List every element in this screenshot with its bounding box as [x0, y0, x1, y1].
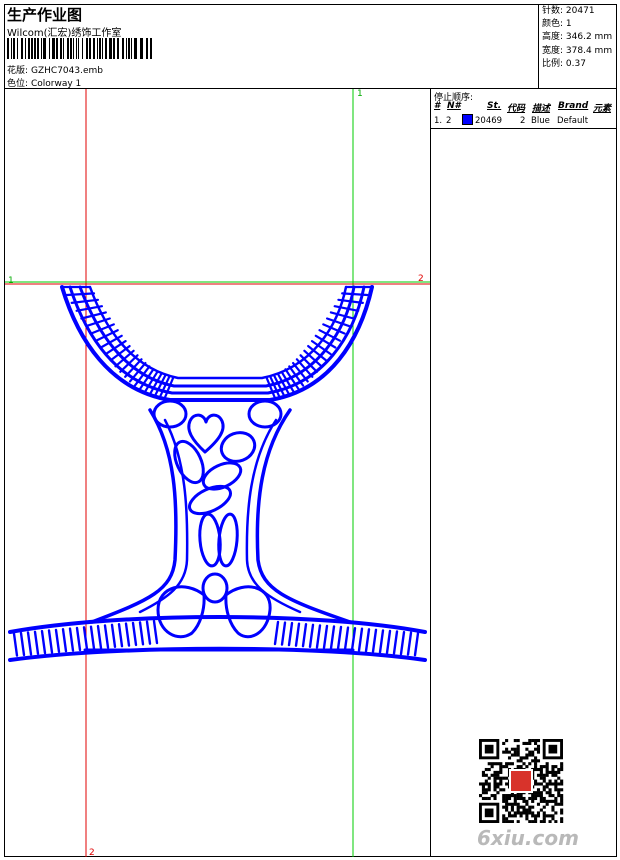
col-code: 代码 — [507, 104, 526, 114]
col-description: 描述 — [532, 104, 551, 114]
qr-code — [479, 739, 564, 823]
row-description: Blue — [531, 116, 550, 126]
design-file: GZHC7043.emb — [31, 66, 103, 76]
row-needle: 2 — [446, 116, 452, 126]
embroidery-canvas: 1 2 1 2 — [5, 89, 430, 857]
col-element: 元素 — [593, 104, 612, 114]
stat-stitches: 针数: 20471 — [542, 6, 595, 16]
header: 生产作业图 Wilcom(汇宏)绣饰工作室 花版: GZHC7043.emb 色位… — [4, 4, 617, 89]
design-name: 花版: GZHC7043.emb — [7, 66, 103, 76]
guide-label-h1: 1 — [8, 276, 14, 286]
stats-box: 针数: 20471 颜色: 1 高度: 346.2 mm 宽度: 378.4 m… — [538, 4, 617, 88]
col-needle: N# — [447, 101, 461, 111]
guide-label-v1: 1 — [357, 89, 363, 99]
colorway: 色位: Colorway 1 — [7, 79, 82, 89]
col-stitches: St. — [487, 101, 502, 111]
row-index: 1. — [434, 116, 443, 126]
guide-label-v2: 2 — [89, 848, 95, 857]
row-brand: Default — [557, 116, 589, 126]
col-index: # — [434, 101, 441, 111]
stat-height: 高度: 346.2 mm — [542, 32, 613, 43]
stat-colors: 颜色: 1 — [542, 19, 572, 30]
colorway-value: Colorway 1 — [31, 79, 82, 89]
page-title: 生产作业图 — [7, 6, 83, 24]
panel-divider — [431, 128, 617, 129]
row-code: 2 — [520, 116, 526, 126]
studio-name: Wilcom(汇宏)绣饰工作室 — [7, 28, 122, 39]
guide-label-h2: 2 — [418, 274, 424, 284]
barcode — [7, 38, 152, 59]
row-stitches: 20469 — [475, 116, 503, 126]
col-brand: Brand — [558, 101, 589, 111]
stat-width: 宽度: 378.4 mm — [542, 45, 613, 56]
watermark-logo: 6xiu.com — [477, 826, 579, 850]
stat-scale: 比例: 0.37 — [542, 58, 586, 69]
color-swatch — [462, 114, 473, 125]
embroidery-design — [8, 285, 427, 662]
